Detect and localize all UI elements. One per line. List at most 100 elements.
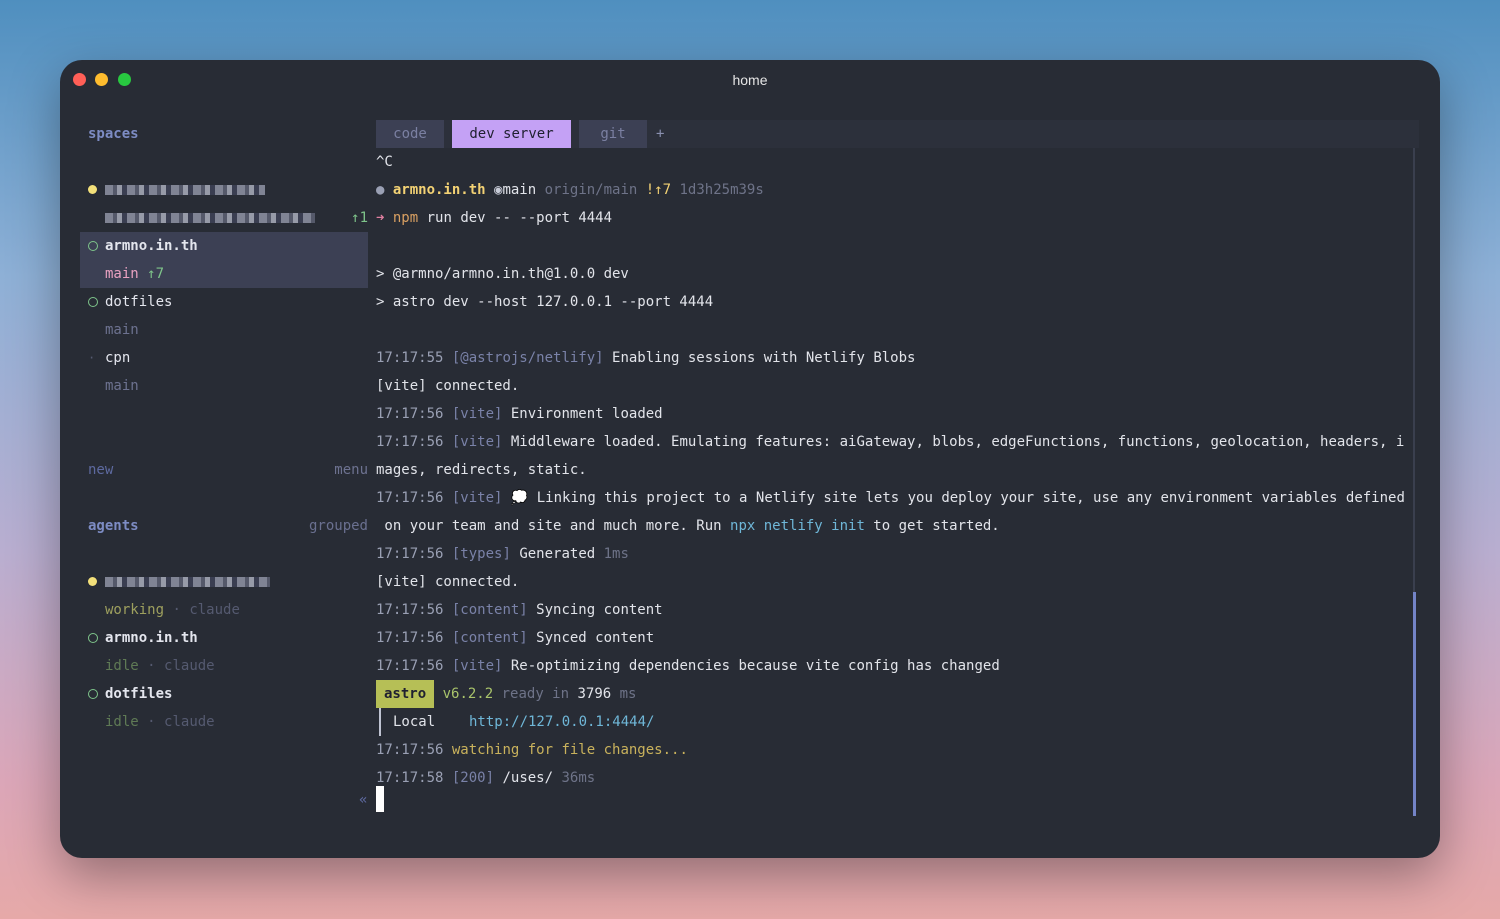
left-bar (379, 708, 381, 736)
timestamp: 17:17:56 (376, 658, 444, 674)
space-branch-armno[interactable]: main ↑7 (80, 260, 368, 288)
agent-status-dotfiles: idle · claude (80, 708, 368, 736)
prompt-duration: 1d3h25m39s (679, 182, 764, 198)
log-message: 💭 Linking this project to a Netlify site… (502, 490, 1405, 506)
astro-cmd-line: > astro dev --host 127.0.0.1 --port 4444 (376, 294, 714, 310)
tab-dev-server[interactable]: dev server (452, 120, 571, 148)
space-item-dotfiles[interactable]: dotfiles (80, 288, 368, 316)
astro-ready-line: astro v6.2.2 ready in 3796 ms (376, 680, 636, 708)
redacted-name (105, 577, 270, 587)
redacted-branch (105, 213, 315, 223)
circle-icon (88, 241, 98, 251)
terminal-window: home spaces ↑1 armno.in.th main ↑7 dotfi… (60, 60, 1440, 858)
log-line: 17:17:56 [content] Synced content (376, 624, 654, 652)
agent-tool: claude (189, 602, 240, 618)
log-line: 17:17:56 [vite] Middleware loaded. Emula… (376, 428, 1404, 456)
spaces-header: spaces (88, 126, 139, 142)
collapse-sidebar-icon[interactable]: « (359, 792, 367, 808)
space-name: armno.in.th (105, 238, 198, 254)
space-branch-dotfiles[interactable]: main (80, 316, 368, 344)
log-tag: [types] (451, 546, 511, 562)
separator: · (147, 714, 156, 730)
space-item-redacted[interactable] (80, 176, 368, 204)
astro-version: v6.2.2 (442, 686, 494, 702)
timestamp: 17:17:56 (376, 434, 444, 450)
active-dot-icon (88, 577, 97, 586)
log-line: 17:17:56 [content] Syncing content (376, 596, 663, 624)
log-tag: [vite] (451, 406, 503, 422)
agent-name: dotfiles (105, 686, 173, 702)
local-url-link[interactable]: http://127.0.0.1:4444/ (469, 708, 654, 736)
log-line: 17:17:56 [vite] Environment loaded (376, 400, 663, 428)
ctrl-c-line: ^C (376, 154, 393, 170)
menu-button[interactable]: menu (334, 456, 368, 484)
prompt-line: ● armno.in.th ◉main origin/main !↑7 1d3h… (376, 176, 764, 204)
log-line: mages, redirects, static. (376, 462, 587, 478)
request-line: 17:17:58 [200] /uses/ 36ms (376, 764, 595, 792)
add-tab-button[interactable]: + (656, 120, 664, 148)
timestamp: 17:17:56 (376, 630, 444, 646)
command-line: ➜ npm run dev -- --port 4444 (376, 204, 612, 232)
circle-icon (88, 633, 98, 643)
log-line: on your team and site and much more. Run… (376, 512, 1000, 540)
agent-item-redacted[interactable] (80, 568, 368, 596)
prompt-branch: main (502, 182, 537, 198)
separator: · (147, 658, 156, 674)
agents-header: agents grouped (80, 512, 368, 540)
ready-time: 3796 (577, 686, 612, 702)
agent-status-armno: idle · claude (80, 652, 368, 680)
agent-item-dotfiles[interactable]: dotfiles (80, 680, 368, 708)
log-message: Synced content (527, 630, 655, 646)
log-message: on your team and site and much more. Run (376, 518, 731, 534)
timestamp: 17:17:55 (376, 350, 444, 366)
ahead-count: ↑1 (351, 210, 368, 226)
prompt-remote: origin/main (544, 182, 638, 198)
apple-glyph: ● (376, 182, 393, 198)
space-branch-cpn[interactable]: main (80, 372, 368, 400)
request-duration: 36ms (561, 770, 596, 786)
space-item-cpn[interactable]: · cpn (80, 344, 368, 372)
log-line: 17:17:56 [vite] Re-optimizing dependenci… (376, 652, 1000, 680)
space-branch-redacted[interactable]: ↑1 (80, 204, 368, 232)
new-button[interactable]: new (80, 462, 113, 478)
small-dot-icon: · (88, 351, 96, 365)
log-message: Enabling sessions with Netlify Blobs (603, 350, 916, 366)
space-item-armno[interactable]: armno.in.th (80, 232, 368, 260)
terminal-output[interactable]: ^C ● armno.in.th ◉main origin/main !↑7 1… (376, 148, 1419, 838)
active-dot-icon (88, 185, 97, 194)
command-args: run dev -- --port 4444 (418, 210, 613, 226)
pkg-line: > @armno/armno.in.th@1.0.0 dev (376, 266, 629, 282)
agent-item-armno[interactable]: armno.in.th (80, 624, 368, 652)
log-message: Environment loaded (502, 406, 663, 422)
agent-status: working (105, 602, 165, 618)
agents-header-label: agents (88, 518, 139, 534)
log-tag: [@astrojs/netlify] (451, 350, 604, 366)
redacted-name (105, 185, 265, 195)
ready-unit: ms (611, 686, 637, 702)
scrollbar-thumb[interactable] (1413, 592, 1416, 816)
log-tag: [vite] (451, 490, 503, 506)
tab-code[interactable]: code (376, 120, 444, 148)
status-code: [200] (451, 770, 495, 786)
log-duration: 1ms (603, 546, 629, 562)
log-line: [vite] connected. (376, 378, 520, 394)
space-name: cpn (105, 350, 131, 366)
log-message: Syncing content (527, 602, 663, 618)
log-line: [vite] connected. (376, 574, 520, 590)
local-label: Local (393, 714, 436, 730)
timestamp: 17:17:56 (376, 546, 444, 562)
log-message: to get started. (864, 518, 1000, 534)
prompt-status: !↑7 (645, 182, 672, 198)
terminal-cursor[interactable] (376, 786, 384, 812)
tab-bar: code dev server git + (376, 120, 1419, 148)
timestamp: 17:17:56 (376, 490, 444, 506)
agent-status: idle (105, 714, 139, 730)
grouped-toggle[interactable]: grouped (309, 512, 368, 540)
window-title: home (732, 72, 768, 88)
log-line: 17:17:55 [@astrojs/netlify] Enabling ses… (376, 344, 915, 372)
title-bar: home (60, 60, 1440, 102)
agent-name: armno.in.th (105, 630, 198, 646)
log-message: Re-optimizing dependencies because vite … (502, 658, 1000, 674)
circle-icon (88, 297, 98, 307)
tab-git[interactable]: git (579, 120, 647, 148)
